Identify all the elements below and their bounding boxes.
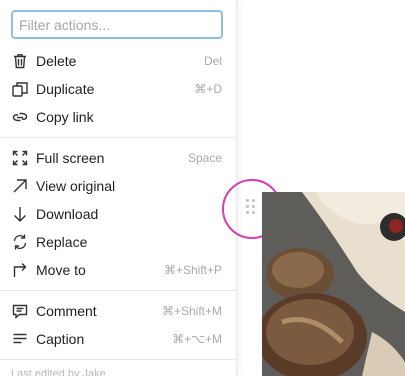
menu-item-label: Duplicate bbox=[36, 81, 95, 97]
menu-item-label: Move to bbox=[36, 262, 86, 278]
fullscreen-icon bbox=[11, 149, 29, 167]
caption-icon bbox=[11, 330, 29, 348]
filter-wrapper bbox=[0, 0, 236, 45]
filter-actions-input[interactable] bbox=[11, 10, 223, 39]
trash-icon bbox=[11, 52, 29, 70]
last-edited-text: Last edited by Jake bbox=[11, 368, 106, 376]
duplicate-icon bbox=[11, 80, 29, 98]
arrow-up-right-icon bbox=[11, 177, 29, 195]
menu-item-shortcut: ⌘+⌥+M bbox=[172, 332, 222, 346]
menu-item-download[interactable]: Download bbox=[0, 200, 236, 228]
menu-item-label: Comment bbox=[36, 303, 97, 319]
menu-item-label: View original bbox=[36, 178, 116, 194]
menu-item-label: Download bbox=[36, 206, 99, 222]
menu-item-label: Delete bbox=[36, 53, 77, 69]
replace-icon bbox=[11, 233, 29, 251]
menu-item-shortcut: Del bbox=[203, 54, 222, 68]
menu-item-caption[interactable]: Caption ⌘+⌥+M bbox=[0, 325, 236, 353]
arrow-down-icon bbox=[11, 205, 29, 223]
menu-divider bbox=[0, 290, 236, 291]
drag-handle-icon[interactable] bbox=[246, 199, 256, 215]
menu-divider bbox=[0, 359, 236, 360]
menu-item-label: Full screen bbox=[36, 150, 105, 166]
menu-group-view: Full screen Space View original Download bbox=[0, 142, 236, 286]
menu-group-edit: Delete Del Duplicate ⌘+D Copy link bbox=[0, 45, 236, 133]
comment-icon bbox=[11, 302, 29, 320]
menu-item-label: Caption bbox=[36, 331, 85, 347]
menu-item-label: Copy link bbox=[36, 109, 94, 125]
menu-item-shortcut: ⌘+D bbox=[194, 82, 222, 96]
menu-item-duplicate[interactable]: Duplicate ⌘+D bbox=[0, 75, 236, 103]
menu-item-full-screen[interactable]: Full screen Space bbox=[0, 144, 236, 172]
menu-item-comment[interactable]: Comment ⌘+Shift+M bbox=[0, 297, 236, 325]
link-icon bbox=[11, 108, 29, 126]
menu-item-shortcut: ⌘+Shift+P bbox=[163, 263, 222, 277]
image-block[interactable] bbox=[262, 192, 405, 376]
menu-item-copy-link[interactable]: Copy link bbox=[0, 103, 236, 131]
menu-item-shortcut: ⌘+Shift+M bbox=[161, 304, 222, 318]
menu-item-replace[interactable]: Replace bbox=[0, 228, 236, 256]
bread-photo bbox=[262, 192, 405, 376]
menu-item-view-original[interactable]: View original bbox=[0, 172, 236, 200]
block-actions-menu: Delete Del Duplicate ⌘+D Copy link bbox=[0, 0, 237, 376]
move-to-icon bbox=[11, 261, 29, 279]
menu-divider bbox=[0, 137, 236, 138]
menu-item-label: Replace bbox=[36, 234, 88, 250]
menu-item-move-to[interactable]: Move to ⌘+Shift+P bbox=[0, 256, 236, 284]
menu-item-delete[interactable]: Delete Del bbox=[0, 47, 236, 75]
menu-group-annotate: Comment ⌘+Shift+M Caption ⌘+⌥+M bbox=[0, 295, 236, 355]
menu-item-shortcut: Space bbox=[187, 151, 222, 165]
